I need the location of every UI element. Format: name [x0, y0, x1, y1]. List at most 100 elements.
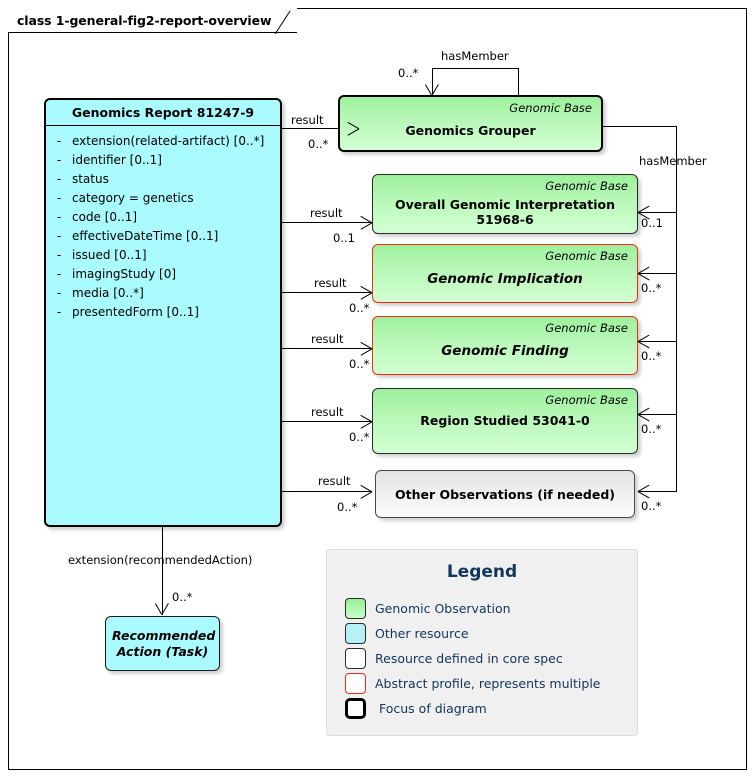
- green-fill-swatch-icon: [345, 598, 366, 619]
- edge-label-result-grouper: result: [291, 113, 324, 127]
- legend-items: Genomic Observation Other resource Resou…: [345, 596, 627, 721]
- class-genomics-grouper[interactable]: Genomic Base Genomics Grouper: [338, 95, 603, 152]
- edge-label-result-genomic-implication: result: [314, 276, 347, 290]
- legend-item-abstract-profile: Abstract profile, represents multiple: [345, 671, 627, 696]
- attribute-text: presentedForm [0..1]: [72, 304, 199, 319]
- cardinality-result-grouper: 0..*: [308, 137, 329, 151]
- connector-hasmember-bus-top: [603, 126, 677, 128]
- cardinality-hasmember-other-observations: 0..*: [641, 499, 662, 513]
- attribute-text: imagingStudy [0]: [72, 266, 177, 281]
- attribute-visibility: -: [56, 171, 62, 186]
- connector-hasmember-genomic-finding: [638, 341, 677, 343]
- class-genomic-implication[interactable]: Genomic Base Genomic Implication: [372, 244, 638, 303]
- class-genomics-report-title: Genomics Report 81247-9: [46, 100, 280, 126]
- attribute-row: - identifier [0..1]: [46, 150, 280, 169]
- class-genomics-grouper-stereotype: Genomic Base: [509, 101, 592, 115]
- legend-item-genomic-observation: Genomic Observation: [345, 596, 627, 621]
- cardinality-hasmember-genomic-implication: 0..*: [641, 281, 662, 295]
- class-genomics-report-attributes: - extension(related-artifact) [0..*] - i…: [46, 125, 280, 321]
- attribute-row: - category = genetics: [46, 188, 280, 207]
- legend-item-label: Focus of diagram: [379, 701, 487, 716]
- attribute-text: extension(related-artifact) [0..*]: [72, 133, 265, 148]
- attribute-row: - issued [0..1]: [46, 245, 280, 264]
- connector-result-region-studied: [281, 421, 372, 423]
- tab-slant-corner: [274, 8, 298, 34]
- edge-label-result-genomic-finding: result: [311, 332, 344, 346]
- legend-item-focus-of-diagram: Focus of diagram: [345, 696, 627, 721]
- class-genomic-finding-stereotype: Genomic Base: [545, 321, 628, 335]
- cardinality-result-other-observations: 0..*: [337, 500, 358, 514]
- legend-item-label: Abstract profile, represents multiple: [375, 676, 601, 691]
- attribute-visibility: -: [56, 228, 62, 243]
- thick-black-border-swatch-icon: [345, 698, 366, 719]
- cardinality-hasmember-genomic-finding: 0..*: [641, 349, 662, 363]
- attribute-row: - effectiveDateTime [0..1]: [46, 226, 280, 245]
- connector-result-genomic-implication: [281, 292, 372, 294]
- attribute-text: media [0..*]: [72, 285, 144, 300]
- connector-hasmember-overall-interpretation: [638, 212, 677, 214]
- edge-label-hasmember-bus: hasMember: [639, 154, 707, 168]
- class-region-studied-title: Region Studied 53041-0: [420, 413, 590, 428]
- class-genomics-report[interactable]: Genomics Report 81247-9 - extension(rela…: [44, 98, 282, 527]
- class-genomic-implication-title: Genomic Implication: [427, 271, 583, 287]
- cardinality-extension-recommended-action: 0..*: [172, 590, 193, 604]
- diagram-title: class 1-general-fig2-report-overview: [17, 12, 272, 28]
- attribute-visibility: -: [56, 304, 62, 319]
- connector-self-hasmember-right: [518, 68, 520, 96]
- connector-extension-recommended-action: [162, 527, 164, 615]
- red-border-swatch-icon: [345, 673, 366, 694]
- legend-item-label: Genomic Observation: [375, 601, 511, 616]
- diagram-canvas: class 1-general-fig2-report-overview res…: [0, 0, 755, 779]
- cardinality-result-overall-interpretation: 0..1: [333, 231, 355, 245]
- cardinality-result-region-studied: 0..*: [349, 430, 370, 444]
- class-other-observations[interactable]: Other Observations (if needed): [375, 470, 635, 518]
- attribute-row: - presentedForm [0..1]: [46, 302, 280, 321]
- attribute-visibility: -: [56, 190, 62, 205]
- attribute-text: code [0..1]: [72, 209, 138, 224]
- class-genomic-implication-stereotype: Genomic Base: [545, 249, 628, 263]
- attribute-row: - media [0..*]: [46, 283, 280, 302]
- legend-item-core-spec: Resource defined in core spec: [345, 646, 627, 671]
- legend-item-label: Resource defined in core spec: [375, 651, 563, 666]
- attribute-row: - imagingStudy [0]: [46, 264, 280, 283]
- legend-item-other-resource: Other resource: [345, 621, 627, 646]
- attribute-visibility: -: [56, 152, 62, 167]
- cardinality-self-hasmember: 0..*: [398, 66, 419, 80]
- edge-label-result-other-observations: result: [318, 474, 351, 488]
- cardinality-result-genomic-finding: 0..*: [349, 357, 370, 371]
- class-recommended-action-title-line2: Action (Task): [116, 644, 209, 659]
- attribute-visibility: -: [56, 285, 62, 300]
- class-genomic-finding[interactable]: Genomic Base Genomic Finding: [372, 316, 638, 375]
- connector-result-genomic-finding: [281, 348, 372, 350]
- class-recommended-action[interactable]: Recommended Action (Task): [105, 616, 220, 671]
- connector-result-overall-interpretation: [281, 222, 372, 224]
- attribute-text: category = genetics: [72, 190, 194, 205]
- attribute-row: - extension(related-artifact) [0..*]: [46, 131, 280, 150]
- edge-label-self-hasmember: hasMember: [441, 49, 509, 63]
- edge-label-result-overall-interpretation: result: [310, 206, 343, 220]
- connector-hasmember-bus-vertical: [676, 126, 678, 492]
- class-region-studied[interactable]: Genomic Base Region Studied 53041-0: [372, 388, 638, 454]
- attribute-text: status: [72, 171, 109, 186]
- attribute-text: effectiveDateTime [0..1]: [72, 228, 219, 243]
- attribute-row: - status: [46, 169, 280, 188]
- connector-hasmember-genomic-implication: [638, 273, 677, 275]
- cardinality-hasmember-region-studied: 0..*: [641, 422, 662, 436]
- connector-result-other-observations: [281, 491, 372, 493]
- class-region-studied-stereotype: Genomic Base: [545, 393, 628, 407]
- attribute-visibility: -: [56, 247, 62, 262]
- connector-hasmember-other-observations: [638, 491, 677, 493]
- cyan-fill-swatch-icon: [345, 623, 366, 644]
- class-overall-genomic-interpretation[interactable]: Genomic Base Overall Genomic Interpretat…: [372, 174, 638, 234]
- cardinality-hasmember-overall-interpretation: 0..1: [641, 216, 663, 230]
- attribute-text: identifier [0..1]: [72, 152, 162, 167]
- class-genomics-grouper-title: Genomics Grouper: [405, 123, 536, 138]
- class-overall-genomic-interpretation-stereotype: Genomic Base: [545, 179, 628, 193]
- attribute-visibility: -: [56, 209, 62, 224]
- edge-label-result-region-studied: result: [311, 405, 344, 419]
- attribute-row: - code [0..1]: [46, 207, 280, 226]
- white-fill-swatch-icon: [345, 648, 366, 669]
- diagram-frame-tab: class 1-general-fig2-report-overview: [8, 8, 298, 34]
- attribute-text: issued [0..1]: [72, 247, 147, 262]
- attribute-visibility: -: [56, 266, 62, 281]
